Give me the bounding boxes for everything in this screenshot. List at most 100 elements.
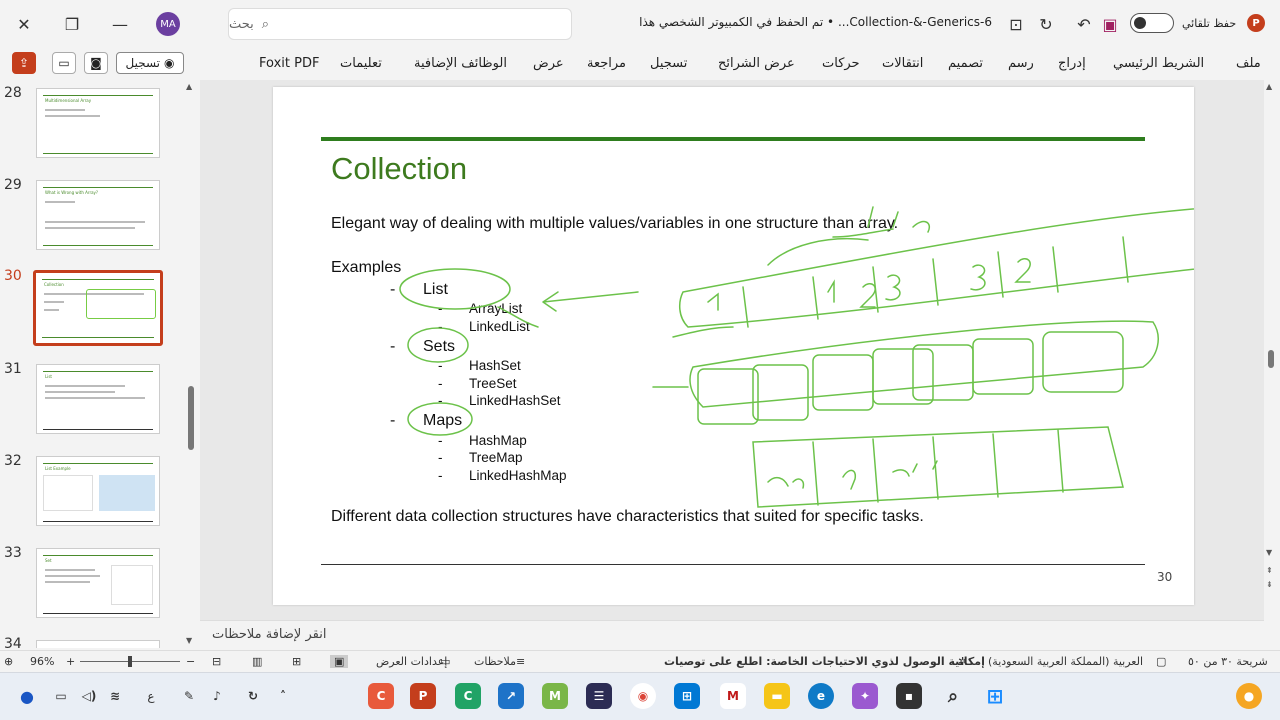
battery-icon[interactable]: ▭ <box>48 683 74 709</box>
ink-bracket <box>497 306 539 328</box>
ink-array-dividers <box>742 236 1129 328</box>
autosave-toggle[interactable] <box>1130 13 1174 33</box>
tab-review[interactable]: مراجعة <box>587 56 626 71</box>
volume-icon[interactable]: ◁) <box>76 683 102 709</box>
app-powerpoint-icon[interactable]: P <box>410 683 436 709</box>
avatar[interactable]: MA <box>156 12 180 36</box>
app-store-icon[interactable]: ⊞ <box>674 683 700 709</box>
taskbar: ● ▭ ◁) ≋ ع ✎ ♪ ↻ ˄ C P C ↗ M ☰ ◉ ⊞ M ▬ e… <box>0 672 1280 720</box>
language-label[interactable]: العربية (المملكة العربية السعودية) <box>988 655 1143 668</box>
zoom-in-icon[interactable]: + <box>66 655 75 668</box>
app-eclipse-icon[interactable]: ☰ <box>586 683 612 709</box>
app-whiteboard-icon[interactable]: ↗ <box>498 683 524 709</box>
slide-thumbnail-30[interactable]: Collection <box>33 270 163 346</box>
app-mcafee-icon[interactable]: M <box>720 683 746 709</box>
widgets-icon[interactable]: ● <box>1236 683 1262 709</box>
app-camtasia-icon[interactable]: C <box>368 683 394 709</box>
sync-icon[interactable]: ↻ <box>240 683 266 709</box>
present-icon[interactable]: ⊡ <box>1004 12 1028 36</box>
app-edge-icon[interactable]: e <box>808 683 834 709</box>
slide-thumbnail-32[interactable]: List Example <box>36 456 160 526</box>
app-copilot-icon[interactable]: ✦ <box>852 683 878 709</box>
notes-placeholder: انقر لإضافة ملاحظات <box>212 627 327 642</box>
slideshow-icon[interactable]: ⊟ <box>212 655 221 668</box>
app-file-explorer-icon[interactable]: ▬ <box>764 683 790 709</box>
tab-transitions[interactable]: انتقالات <box>882 56 923 71</box>
accessibility-status[interactable]: إمكانية الوصول لذوي الاحتياجات الخاصة: ا… <box>664 655 985 668</box>
tab-animations[interactable]: حركات <box>822 56 860 71</box>
tab-view[interactable]: عرض <box>533 56 564 71</box>
tab-insert[interactable]: إدراج <box>1058 56 1086 71</box>
notes-button[interactable]: ملاحظات <box>474 655 516 668</box>
tab-home[interactable]: الشريط الرئيسي <box>1113 56 1204 71</box>
search-placeholder: بحث <box>229 16 254 32</box>
notification-bell-icon[interactable]: ● <box>14 683 40 709</box>
display-settings-button[interactable]: إعدادات العرض <box>376 655 447 668</box>
tab-foxit-pdf[interactable]: Foxit PDF <box>259 56 319 71</box>
slide-thumbnail-33[interactable]: Set <box>36 548 160 618</box>
app-terminal-icon[interactable]: ▪ <box>896 683 922 709</box>
search-taskbar-icon[interactable]: ⌕ <box>940 683 966 709</box>
tab-file[interactable]: ملف <box>1236 56 1261 71</box>
comments-icon[interactable]: ▭ <box>52 52 76 74</box>
tab-design[interactable]: تصميم <box>948 56 983 71</box>
search-icon: ⌕ <box>261 16 270 32</box>
document-title[interactable]: 6-Collection-&-Generics... • تم الحفظ في… <box>600 15 992 29</box>
ink-array-tube <box>678 208 1194 328</box>
editor-scrollbar[interactable]: ▲ ▼ ⇞ ⇟ <box>1266 80 1278 648</box>
close-icon[interactable]: ✕ <box>12 12 36 36</box>
input-language-icon[interactable]: ع <box>138 683 164 709</box>
fit-slide-icon[interactable]: ⊕ <box>4 655 13 668</box>
start-windows-icon[interactable]: ⊞ <box>982 683 1008 709</box>
ink-node <box>872 348 934 405</box>
ink-table-cols <box>812 429 1064 506</box>
restore-icon[interactable]: ❐ <box>60 12 84 36</box>
slide-thumbnail-34[interactable] <box>36 640 160 648</box>
ink-node <box>1042 331 1124 393</box>
thumbnail-title: Set <box>45 558 52 563</box>
camera-icon[interactable]: ◙ <box>84 52 108 74</box>
zoom-level[interactable]: 96% <box>30 655 54 668</box>
slide-canvas[interactable]: Collection Elegant way of dealing with m… <box>273 87 1194 605</box>
slide-thumbnail-31[interactable]: List <box>36 364 160 434</box>
tab-record[interactable]: تسجيل <box>650 56 687 71</box>
slide-sorter-icon[interactable]: ⊞ <box>292 655 301 668</box>
save-icon[interactable]: ▣ <box>1098 12 1122 36</box>
normal-view-icon[interactable]: ▣ <box>330 655 349 668</box>
minimize-icon[interactable]: — <box>108 12 132 36</box>
ink-linked-tube <box>689 320 1159 408</box>
app-chrome-icon[interactable]: ◉ <box>630 683 656 709</box>
tab-slideshow[interactable]: عرض الشرائح <box>718 56 795 71</box>
ink-annotations[interactable] <box>273 87 1194 605</box>
sidebar-scrollbar[interactable]: ▲ ▼ <box>186 80 196 648</box>
tab-addins[interactable]: الوظائف الإضافية <box>414 56 507 71</box>
redo-icon[interactable]: ↻ <box>1034 12 1058 36</box>
reading-view-icon[interactable]: ▥ <box>252 655 262 668</box>
slide-thumbnail-29[interactable]: What is Wrong with Array? <box>36 180 160 250</box>
slide-thumbnail-28[interactable]: Multidimensional Array <box>36 88 160 158</box>
ink-circle-list <box>399 268 511 310</box>
show-hidden-icons[interactable]: ˄ <box>270 683 296 709</box>
ink-node <box>972 338 1034 395</box>
app-pycharm-icon[interactable]: C <box>455 683 481 709</box>
undo-icon[interactable]: ↶ <box>1072 12 1096 36</box>
title-bar: ✕ ❐ — MA ⌕ بحث 6-Collection-&-Generics..… <box>0 0 1280 48</box>
pen-icon[interactable]: ✎ <box>176 683 202 709</box>
tab-draw[interactable]: رسم <box>1008 56 1034 71</box>
record-button[interactable]: تسجيل ◉ <box>116 52 184 74</box>
ink-digits <box>707 258 1031 311</box>
ink-arrow <box>542 291 639 312</box>
search-input[interactable]: ⌕ بحث <box>228 8 572 40</box>
slide-number: 32 <box>4 453 22 469</box>
ink-node <box>752 364 809 421</box>
wifi-icon[interactable]: ≋ <box>102 683 128 709</box>
microphone-icon[interactable]: ♪ <box>204 683 230 709</box>
autosave[interactable]: حفظ تلقائي <box>1130 13 1236 33</box>
notes-pane[interactable]: انقر لإضافة ملاحظات <box>200 620 1264 648</box>
spellcheck-icon[interactable]: ▢ <box>1156 655 1166 668</box>
zoom-out-icon[interactable]: − <box>186 655 195 668</box>
zoom-slider-thumb[interactable] <box>128 656 132 667</box>
tab-help[interactable]: تعليمات <box>340 56 382 71</box>
app-mindmap-icon[interactable]: M <box>542 683 568 709</box>
share-icon[interactable]: ⇪ <box>12 52 36 74</box>
